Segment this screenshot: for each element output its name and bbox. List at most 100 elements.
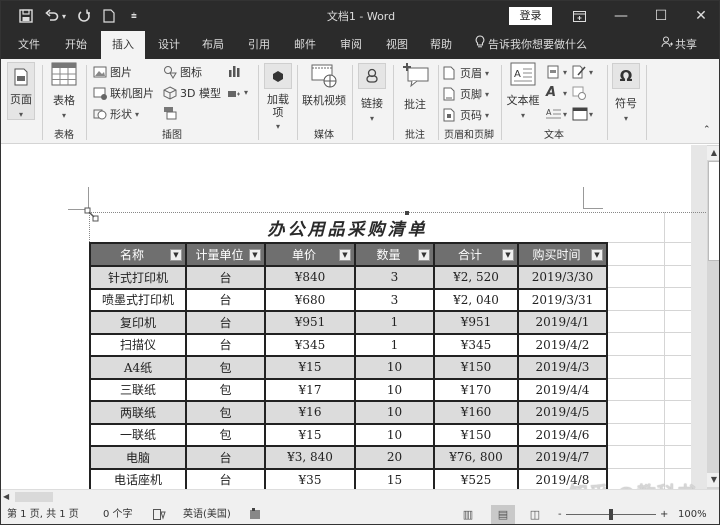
table-cell[interactable]: ¥345 — [264, 332, 356, 357]
shapes-button[interactable]: 形状 ▾ — [93, 106, 139, 122]
table-cell[interactable]: 2019/3/31 — [517, 287, 608, 312]
new-comment-button[interactable]: 批注 — [398, 62, 432, 112]
table-cell[interactable]: 3 — [354, 265, 435, 290]
table-cell[interactable]: 2019/4/1 — [517, 310, 608, 335]
customize-quick-access-icon[interactable]: ⩧ — [131, 1, 137, 31]
word-count[interactable]: 0 个字 — [103, 503, 133, 524]
quick-parts-button[interactable]: ▾ — [546, 65, 567, 79]
signature-line-button[interactable]: ▾ — [572, 65, 593, 79]
web-layout-icon[interactable]: ◫ — [523, 505, 547, 524]
tab-mailings[interactable]: 邮件 — [285, 31, 325, 59]
language[interactable]: 英语(美国) — [183, 503, 231, 524]
table-cell[interactable]: 电话座机 — [89, 467, 187, 492]
print-layout-icon[interactable]: ▤ — [491, 505, 515, 524]
table-cell[interactable]: 10 — [354, 400, 435, 425]
table-cell[interactable]: ¥3, 840 — [264, 445, 356, 470]
vertical-scrollbar[interactable]: ▲ ▼ — [707, 145, 719, 489]
tab-insert[interactable]: 插入 — [101, 31, 145, 59]
filter-dropdown-icon[interactable]: ▼ — [502, 249, 514, 261]
zoom-level[interactable]: 100% — [678, 503, 707, 524]
collapse-ribbon-icon[interactable]: ⌃ — [703, 125, 711, 135]
table-cell[interactable]: ¥525 — [433, 467, 519, 492]
column-header[interactable]: 计量单位 ▼ — [185, 242, 266, 267]
table-cell[interactable]: 台 — [185, 265, 266, 290]
macro-icon[interactable] — [249, 503, 261, 524]
table-cell[interactable]: 10 — [354, 355, 435, 380]
scroll-down-icon[interactable]: ▼ — [707, 473, 719, 487]
table-cell[interactable]: 2019/3/30 — [517, 265, 608, 290]
undo-dropdown-icon[interactable]: ▾ — [62, 1, 66, 31]
column-header[interactable]: 单价 ▼ — [264, 242, 356, 267]
table-cell[interactable]: ¥2, 040 — [433, 287, 519, 312]
new-doc-icon[interactable] — [103, 1, 115, 31]
proofing-icon[interactable] — [153, 503, 166, 524]
drop-cap-button[interactable]: A ▾ — [546, 107, 567, 121]
column-header[interactable]: 合计 ▼ — [433, 242, 519, 267]
table-cell[interactable]: ¥345 — [433, 332, 519, 357]
table-cell[interactable]: 包 — [185, 400, 266, 425]
redo-icon[interactable] — [77, 1, 91, 31]
table-cell[interactable]: 2019/4/7 — [517, 445, 608, 470]
filter-dropdown-icon[interactable]: ▼ — [591, 249, 603, 261]
table-cell[interactable]: 复印机 — [89, 310, 187, 335]
pages-button[interactable]: 页面 ▾ — [7, 62, 35, 120]
horizontal-scrollbar[interactable]: ◀ — [1, 489, 719, 504]
link-button[interactable]: 链接 ▾ — [357, 95, 387, 124]
table-cell[interactable]: 包 — [185, 355, 266, 380]
table-cell[interactable]: 15 — [354, 467, 435, 492]
object-button[interactable]: ▾ — [572, 107, 593, 121]
online-video-button[interactable]: 联机视频 — [300, 62, 348, 108]
zoom-in-button[interactable]: + — [660, 503, 668, 524]
table-cell[interactable]: 2019/4/4 — [517, 377, 608, 402]
header-button[interactable]: 页眉 ▾ — [443, 65, 489, 81]
table-cell[interactable]: 1 — [354, 332, 435, 357]
table-cell[interactable]: ¥16 — [264, 400, 356, 425]
table-cell[interactable]: 2019/4/2 — [517, 332, 608, 357]
table-cell[interactable]: 一联纸 — [89, 422, 187, 447]
chart-button[interactable] — [227, 64, 241, 78]
table-cell[interactable]: 针式打印机 — [89, 265, 187, 290]
table-cell[interactable]: ¥170 — [433, 377, 519, 402]
filter-dropdown-icon[interactable]: ▼ — [170, 249, 182, 261]
tab-layout[interactable]: 布局 — [193, 31, 233, 59]
zoom-out-button[interactable]: - — [558, 503, 562, 524]
horizontal-scroll-thumb[interactable] — [15, 492, 53, 502]
online-pictures-button[interactable]: 联机图片 — [93, 85, 154, 101]
filter-dropdown-icon[interactable]: ▼ — [249, 249, 261, 261]
tab-file[interactable]: 文件 — [9, 31, 49, 59]
table-cell[interactable]: 2019/4/6 — [517, 422, 608, 447]
filter-dropdown-icon[interactable]: ▼ — [418, 249, 430, 261]
tab-help[interactable]: 帮助 — [421, 31, 461, 59]
table-cell[interactable]: 20 — [354, 445, 435, 470]
scroll-up-icon[interactable]: ▲ — [707, 146, 719, 160]
textbox-button[interactable]: A 文本框 ▾ — [506, 62, 540, 121]
table-cell[interactable]: 台 — [185, 467, 266, 492]
tab-review[interactable]: 审阅 — [331, 31, 371, 59]
scroll-left-icon[interactable]: ◀ — [3, 490, 9, 504]
tell-me-search[interactable]: 告诉我你想要做什么 — [475, 31, 587, 59]
share-button[interactable]: 共享 — [661, 31, 697, 59]
table-cell[interactable]: ¥160 — [433, 400, 519, 425]
ribbon-display-options-icon[interactable] — [559, 1, 599, 31]
table-cell[interactable]: ¥15 — [264, 355, 356, 380]
table-cell[interactable]: 台 — [185, 287, 266, 312]
table-cell[interactable]: 三联纸 — [89, 377, 187, 402]
save-icon[interactable] — [19, 1, 33, 31]
table-cell[interactable]: 扫描仪 — [89, 332, 187, 357]
icons-button[interactable]: 图标 — [163, 64, 202, 80]
tab-view[interactable]: 视图 — [377, 31, 417, 59]
table-cell[interactable]: 包 — [185, 377, 266, 402]
table-cell[interactable]: ¥15 — [264, 422, 356, 447]
vertical-scroll-thumb[interactable] — [708, 161, 719, 261]
table-cell[interactable]: ¥76, 800 — [433, 445, 519, 470]
undo-icon[interactable] — [45, 1, 59, 31]
page-number-button[interactable]: 页码 ▾ — [443, 107, 489, 123]
page-info[interactable]: 第 1 页, 共 1 页 — [7, 503, 79, 524]
tab-design[interactable]: 设计 — [149, 31, 189, 59]
table-cell[interactable]: 3 — [354, 287, 435, 312]
table-cell[interactable]: 2019/4/3 — [517, 355, 608, 380]
smartart-button[interactable] — [163, 106, 177, 120]
table-cell[interactable]: ¥150 — [433, 422, 519, 447]
table-cell[interactable]: ¥951 — [433, 310, 519, 335]
table-cell[interactable]: 2019/4/5 — [517, 400, 608, 425]
